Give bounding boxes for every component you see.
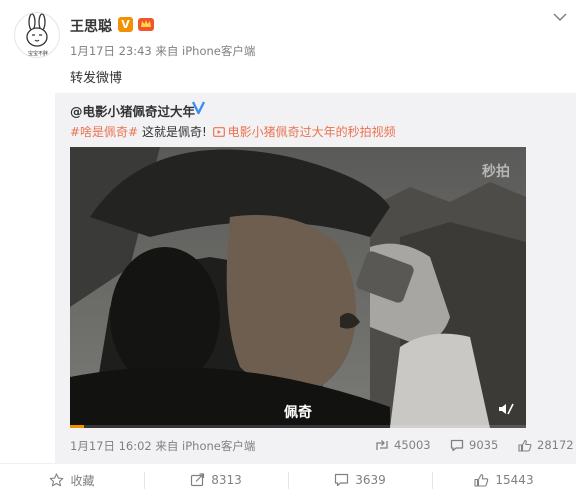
like-count: 15443 <box>495 473 534 487</box>
star-icon <box>50 473 64 487</box>
chevron-down-icon[interactable] <box>553 12 567 22</box>
original-like-stat[interactable]: 28172 <box>518 438 574 452</box>
mute-icon[interactable] <box>498 402 514 416</box>
weibo-post-card: 宝宝不胖 王思聪 V 1月17日 23:43 来自 iPhone客户端 转发微博… <box>0 0 576 496</box>
repost-box: @电影小猪佩奇过大年 #啥是佩奇# 这就是佩奇! 电影小猪佩奇过大年的秒拍视频 <box>55 93 576 463</box>
user-name[interactable]: 王思聪 <box>70 16 112 36</box>
video-progress-fill <box>70 425 84 428</box>
repost-button[interactable]: 8313 <box>144 464 288 496</box>
video-progress-bar[interactable] <box>70 425 526 428</box>
comment-count: 3639 <box>355 473 386 487</box>
hashtag-link[interactable]: #啥是佩奇# <box>70 125 138 139</box>
comment-button[interactable]: 3639 <box>288 464 432 496</box>
video-watermark: 秒拍 <box>482 164 510 180</box>
avatar[interactable]: 宝宝不胖 <box>14 12 60 58</box>
original-author[interactable]: @电影小猪佩奇过大年 <box>70 101 195 120</box>
video-link-icon <box>212 127 225 137</box>
verified-icon <box>191 101 206 115</box>
favorite-button[interactable]: 收藏 <box>0 464 144 496</box>
original-repost-stat[interactable]: 45003 <box>375 438 431 452</box>
original-repost-count: 45003 <box>394 438 431 452</box>
post-meta: 1月17日 23:43 来自 iPhone客户端 <box>70 44 256 58</box>
repost-icon <box>191 473 205 487</box>
like-icon <box>518 439 532 452</box>
original-body: 这就是佩奇! <box>138 125 211 139</box>
vip-crown-icon[interactable] <box>137 15 155 33</box>
original-meta: 1月17日 16:02 来自 iPhone客户端 <box>70 439 256 453</box>
video-link[interactable]: 电影小猪佩奇过大年的秒拍视频 <box>228 125 396 139</box>
repost-icon <box>376 439 388 450</box>
favorite-label: 收藏 <box>70 473 95 488</box>
video-subtitle: 佩奇 <box>284 405 312 421</box>
video-player[interactable]: 秒拍 佩奇 <box>70 147 526 428</box>
original-text: #啥是佩奇# 这就是佩奇! 电影小猪佩奇过大年的秒拍视频 <box>70 123 396 140</box>
original-like-count: 28172 <box>537 438 574 452</box>
original-comment-count: 9035 <box>469 438 499 452</box>
action-bar: 收藏 8313 3639 15443 <box>0 463 576 496</box>
avatar-caption: 宝宝不胖 <box>28 50 48 57</box>
like-button[interactable]: 15443 <box>432 464 576 496</box>
post-text: 转发微博 <box>70 71 123 86</box>
video-frame <box>70 147 526 428</box>
verified-badge: V <box>118 17 133 32</box>
like-icon <box>474 473 489 487</box>
original-comment-stat[interactable]: 9035 <box>450 438 498 452</box>
repost-count: 8313 <box>211 473 242 487</box>
comment-icon <box>450 439 464 451</box>
comment-icon <box>335 473 349 487</box>
